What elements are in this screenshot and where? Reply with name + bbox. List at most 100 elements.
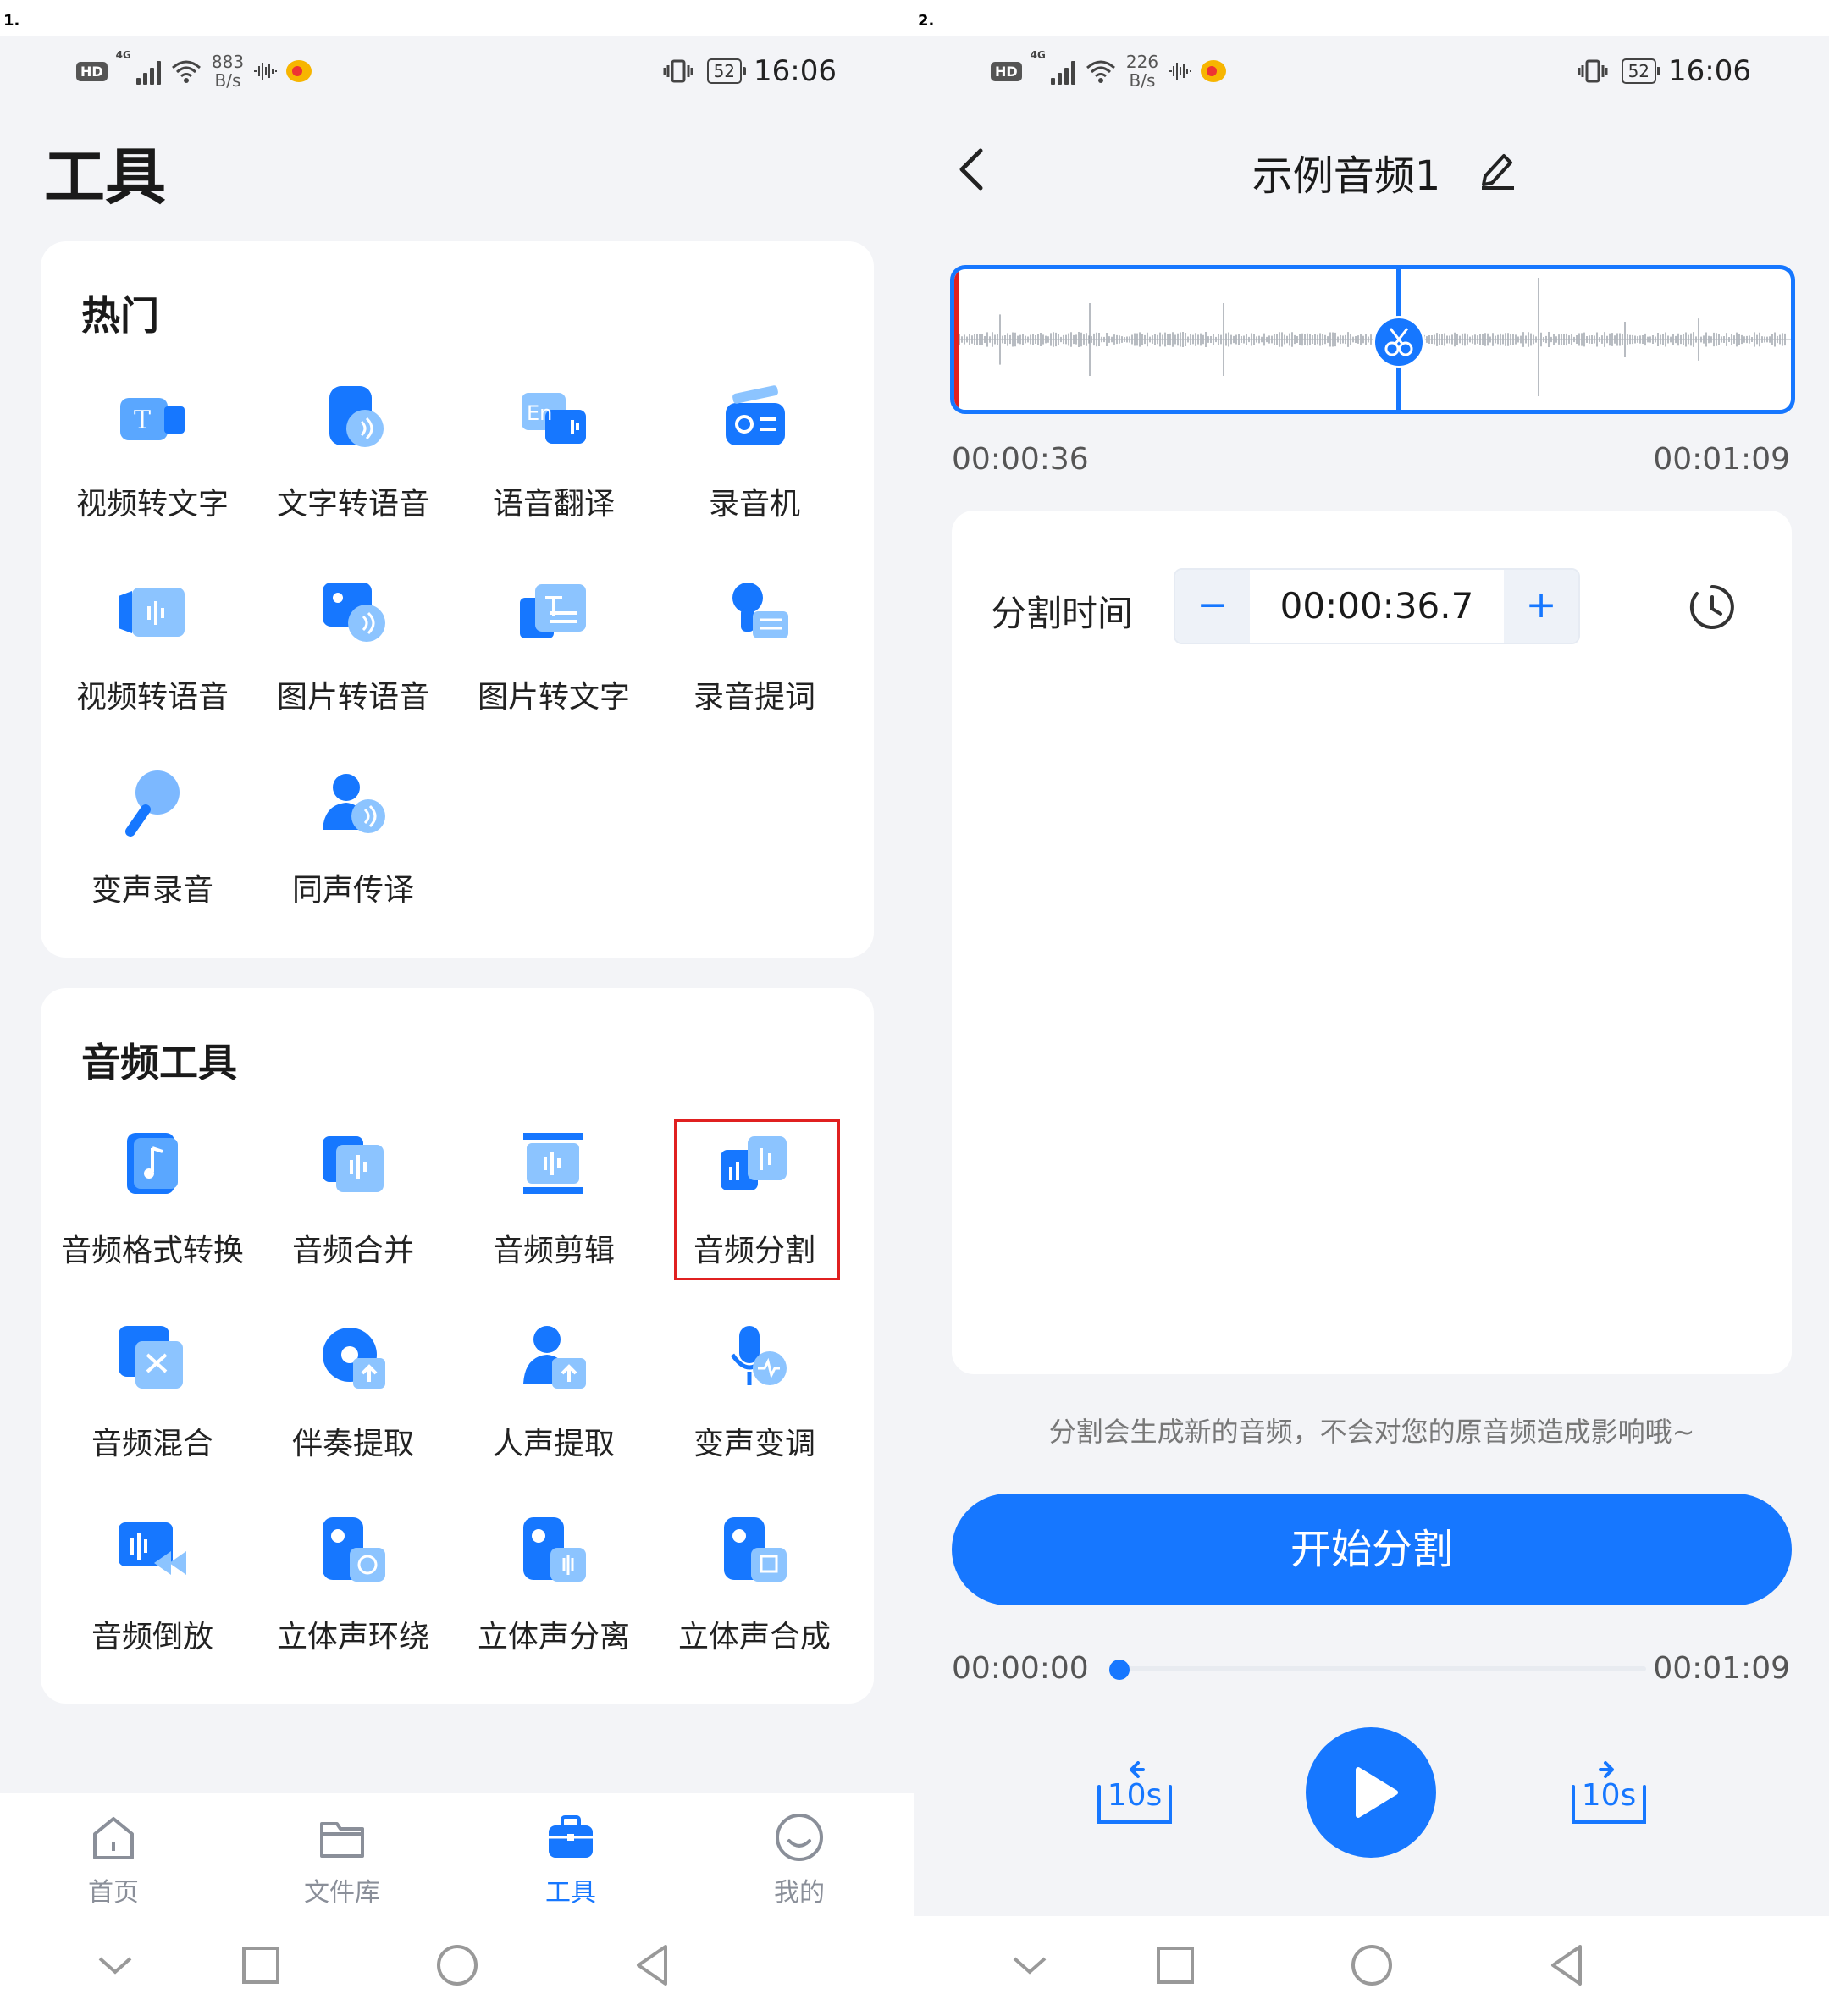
tab-label: 工具 [545, 1878, 596, 1908]
status-bar: HD 4G 883 B/s 52 16:06 [0, 49, 914, 93]
voice-change-mic-icon [125, 770, 180, 837]
clock: 16:06 [1668, 54, 1751, 88]
play-button[interactable] [1306, 1727, 1436, 1858]
skip-forward-button[interactable]: 10s [1567, 1761, 1651, 1829]
svg-text:En: En [527, 401, 552, 425]
battery-icon: 52 [706, 58, 747, 84]
hot-tool-2[interactable]: 文字转语音 [251, 381, 455, 550]
teleprompter-icon [732, 583, 788, 638]
scissors-icon[interactable] [1373, 316, 1425, 368]
voice-translate-icon: En [522, 393, 586, 444]
audio-tool-5[interactable]: 音频混合 [51, 1321, 254, 1490]
start-split-button[interactable]: 开始分割 [952, 1494, 1792, 1605]
nav-recent-icon[interactable] [235, 1940, 286, 1991]
nav-home-icon[interactable] [432, 1940, 483, 1991]
audio-tool-1[interactable]: 音频格式转换 [51, 1128, 254, 1297]
folder-icon [320, 1822, 364, 1858]
recorder-icon [726, 385, 785, 445]
vocal-extract-icon [523, 1326, 586, 1389]
skip-forward-label: 10s [1581, 1778, 1637, 1813]
hot-tool-5[interactable]: 视频转语音 [51, 574, 254, 743]
audio-merge-icon [323, 1136, 384, 1192]
tab-toolbox[interactable]: 工具 [486, 1810, 655, 1908]
net-speed: 883 B/s [211, 52, 245, 91]
nav-down-icon[interactable] [90, 1940, 141, 1991]
hot-tools-card: 热门 T 视频转文字 文字转语音 En 语音翻译 录音机视频转语音 图片转语音 图片转文字 录音… [41, 241, 874, 958]
accompaniment-extract-icon [323, 1328, 385, 1389]
pitch-change-icon [730, 1326, 787, 1385]
tool-label: 图片转语音 [276, 680, 429, 715]
tab-home[interactable]: 首页 [29, 1810, 198, 1908]
tool-label: 图片转文字 [477, 680, 630, 715]
hot-tool-3[interactable]: En 语音翻译 [452, 381, 655, 550]
audio-tool-6[interactable]: 伴奏提取 [251, 1321, 455, 1490]
tool-label: 立体声环绕 [276, 1620, 429, 1654]
caption-band [0, 0, 914, 36]
nav-down-icon[interactable] [1004, 1940, 1055, 1991]
audio-tool-9[interactable]: 音频倒放 [51, 1514, 254, 1683]
skip-back-button[interactable]: 10s [1092, 1761, 1177, 1829]
stereo-separate-icon [523, 1517, 586, 1582]
decrease-button[interactable]: − [1175, 570, 1250, 643]
increase-button[interactable]: + [1504, 570, 1578, 643]
hot-tool-4[interactable]: 录音机 [653, 381, 856, 550]
hot-heading: 热门 [81, 293, 159, 339]
hd-icon: HD [76, 61, 108, 81]
tab-label: 文件库 [304, 1878, 380, 1908]
playback-progress-track[interactable] [1113, 1666, 1646, 1671]
system-nav-bar [0, 1916, 914, 2016]
hot-tool-1[interactable]: T 视频转文字 [51, 381, 254, 550]
tool-label: 音频格式转换 [60, 1234, 244, 1268]
edit-pencil-icon[interactable] [1478, 147, 1517, 190]
hot-tool-9[interactable]: 变声录音 [51, 767, 254, 936]
hot-tool-10[interactable]: 同声传译 [251, 767, 455, 936]
split-time-label: 分割时间 [991, 593, 1134, 634]
waveform-view[interactable] [950, 265, 1795, 414]
split-time-value[interactable]: 00:00:36.7 [1250, 570, 1504, 643]
playback-progress-thumb[interactable] [1109, 1660, 1130, 1680]
tool-label: 语音翻译 [492, 487, 615, 522]
toolbox-icon [549, 1815, 593, 1858]
hot-tool-8[interactable]: 录音提词 [653, 574, 856, 743]
tool-label: 音频剪辑 [492, 1234, 615, 1268]
audio-tool-7[interactable]: 人声提取 [452, 1321, 655, 1490]
tab-folder[interactable]: 文件库 [257, 1810, 427, 1908]
nav-back-icon[interactable] [627, 1940, 677, 1991]
tab-profile-smile[interactable]: 我的 [715, 1810, 884, 1908]
playback-total-time: 00:01:09 [1653, 1651, 1790, 1686]
split-hint: 分割会生成新的音频，不会对您的原音频造成影响哦~ [1048, 1416, 1695, 1448]
signal-icon [135, 58, 161, 85]
tool-label: 音频倒放 [91, 1620, 213, 1654]
split-settings-card: 分割时间 − 00:00:36.7 + [952, 511, 1792, 1374]
audio-tool-3[interactable]: 音频剪辑 [452, 1128, 655, 1297]
audio-tool-11[interactable]: 立体声分离 [452, 1514, 655, 1683]
network-type: 4G [1030, 49, 1046, 61]
history-clock-icon[interactable] [1688, 583, 1736, 631]
wave-end-time: 00:01:09 [1653, 442, 1790, 477]
hot-tool-6[interactable]: 图片转语音 [251, 574, 455, 743]
system-nav-bar [914, 1916, 1829, 2016]
start-marker[interactable] [954, 269, 959, 410]
simultaneous-interpret-icon [323, 774, 385, 833]
audio-tool-2[interactable]: 音频合并 [251, 1128, 455, 1297]
weibo-icon [286, 60, 312, 82]
audio-clip-icon [523, 1133, 583, 1194]
image-to-text-icon [520, 584, 586, 638]
playback-current-time: 00:00:00 [952, 1651, 1089, 1686]
text-to-speech-icon [329, 386, 384, 447]
tab-label: 首页 [88, 1878, 139, 1908]
nav-home-icon[interactable] [1346, 1940, 1397, 1991]
audio-tool-12[interactable]: 立体声合成 [653, 1514, 856, 1683]
status-bar: HD 4G 226 B/s 52 16:06 [914, 49, 1829, 93]
nav-recent-icon[interactable] [1150, 1940, 1201, 1991]
tool-label: 音频合并 [291, 1234, 414, 1268]
audio-tool-10[interactable]: 立体声环绕 [251, 1514, 455, 1683]
net-speed: 226 B/s [1125, 52, 1159, 91]
hot-tool-7[interactable]: 图片转文字 [452, 574, 655, 743]
video-to-text-icon: T [120, 398, 185, 440]
nav-back-icon[interactable] [1541, 1940, 1592, 1991]
screen-label-2: 2. [918, 12, 935, 30]
audio-title[interactable]: 示例音频1 [914, 142, 1829, 202]
wave-start-time: 00:00:36 [952, 442, 1089, 477]
audio-tool-8[interactable]: 变声变调 [653, 1321, 856, 1490]
